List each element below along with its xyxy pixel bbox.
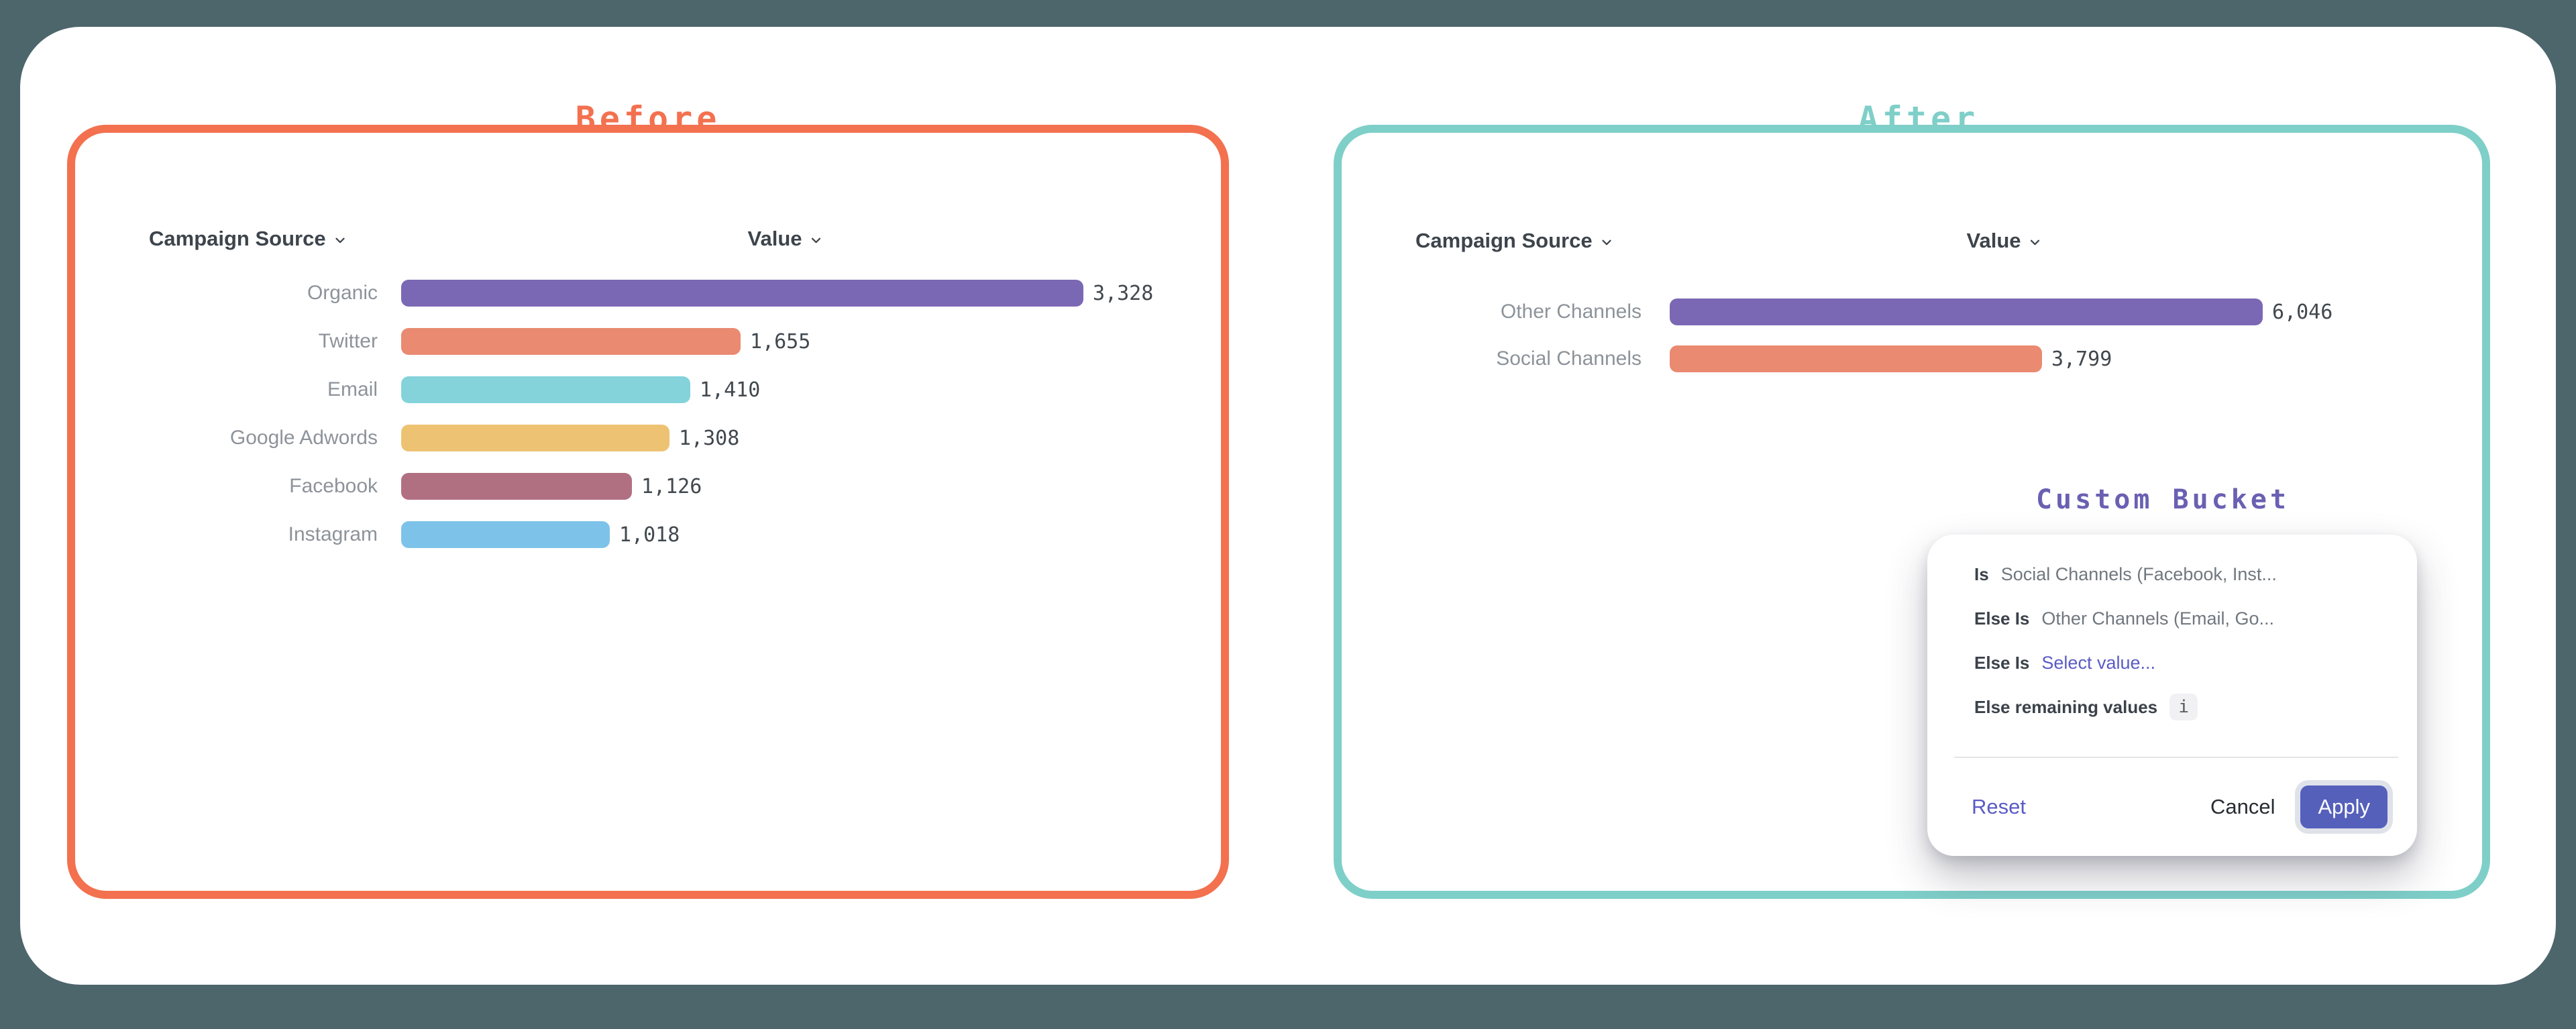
table-row: Social Channels 3,799 (1415, 335, 2475, 382)
table-row: Google Adwords 1,308 (149, 414, 1209, 462)
rule-operator: Is (1974, 564, 1989, 585)
column-header-value[interactable]: Value (748, 227, 824, 251)
column-header-label: Value (1967, 229, 2021, 253)
custom-bucket-title: Custom Bucket (2036, 484, 2290, 515)
table-row: Other Channels 6,046 (1415, 288, 2475, 335)
column-header-label: Campaign Source (149, 227, 326, 251)
before-table-header: Campaign Source Value (149, 221, 1209, 256)
value-label: 1,126 (641, 475, 702, 498)
comparison-card: Before After Campaign Source Value Organ… (20, 27, 2556, 985)
apply-button[interactable]: Apply (2300, 786, 2387, 828)
chevron-down-icon (333, 233, 347, 248)
value-bar[interactable] (1670, 345, 2042, 372)
rule-operator: Else remaining values (1974, 697, 2157, 718)
column-header-value[interactable]: Value (1967, 229, 2043, 253)
row-label: Google Adwords (149, 427, 378, 449)
cancel-button[interactable]: Cancel (2210, 795, 2275, 819)
value-bar[interactable] (401, 376, 690, 403)
value-label: 1,410 (700, 378, 760, 402)
bucket-rule-row: Is Social Channels (Facebook, Inst... (1974, 552, 2393, 596)
reset-button[interactable]: Reset (1972, 795, 2026, 819)
rule-value[interactable]: Social Channels (Facebook, Inst... (2001, 564, 2277, 585)
after-table-header: Campaign Source Value (1415, 223, 2475, 258)
select-value-link[interactable]: Select value... (2041, 653, 2155, 673)
value-label: 3,328 (1093, 282, 1153, 305)
chevron-down-icon (809, 233, 824, 248)
column-header-label: Campaign Source (1415, 229, 1593, 253)
table-row: Email 1,410 (149, 366, 1209, 414)
row-label: Facebook (149, 475, 378, 498)
value-label: 1,308 (679, 427, 739, 450)
row-label: Twitter (149, 330, 378, 353)
bucket-rule-row: Else remaining values i (1974, 685, 2393, 729)
after-table: Campaign Source Value Other Channels 6,0… (1415, 223, 2475, 382)
before-table: Campaign Source Value Organic 3,328 Twit… (149, 221, 1209, 559)
rule-operator: Else Is (1974, 653, 2029, 673)
row-label: Email (149, 378, 378, 401)
value-label: 6,046 (2272, 301, 2332, 324)
value-bar[interactable] (401, 328, 741, 355)
value-bar[interactable] (1670, 299, 2263, 325)
row-label: Other Channels (1415, 301, 1642, 323)
row-label: Instagram (149, 523, 378, 546)
value-bar[interactable] (401, 425, 669, 451)
column-header-campaign-source[interactable]: Campaign Source (149, 227, 347, 251)
rule-value[interactable]: Other Channels (Email, Go... (2041, 608, 2274, 629)
table-row: Twitter 1,655 (149, 317, 1209, 366)
chevron-down-icon (1599, 235, 1614, 250)
column-header-campaign-source[interactable]: Campaign Source (1415, 229, 1614, 253)
info-icon[interactable]: i (2169, 694, 2198, 720)
value-bar[interactable] (401, 521, 610, 548)
value-bar[interactable] (401, 473, 632, 500)
bucket-rule-row: Else Is Other Channels (Email, Go... (1974, 596, 2393, 641)
dialog-divider (1954, 757, 2398, 758)
chevron-down-icon (2028, 235, 2043, 250)
table-row: Facebook 1,126 (149, 462, 1209, 510)
dialog-footer: Reset Cancel Apply (1972, 784, 2387, 829)
value-bar[interactable] (401, 280, 1083, 307)
value-label: 3,799 (2051, 347, 2112, 371)
table-row: Organic 3,328 (149, 269, 1209, 317)
rule-operator: Else Is (1974, 608, 2029, 629)
value-label: 1,018 (619, 523, 680, 547)
custom-bucket-dialog: Is Social Channels (Facebook, Inst... El… (1927, 535, 2417, 856)
row-label: Social Channels (1415, 347, 1642, 370)
column-header-label: Value (748, 227, 802, 251)
table-row: Instagram 1,018 (149, 510, 1209, 559)
bucket-rules-list: Is Social Channels (Facebook, Inst... El… (1974, 552, 2393, 729)
row-label: Organic (149, 282, 378, 305)
value-label: 1,655 (750, 330, 810, 354)
bucket-rule-row: Else Is Select value... (1974, 641, 2393, 685)
